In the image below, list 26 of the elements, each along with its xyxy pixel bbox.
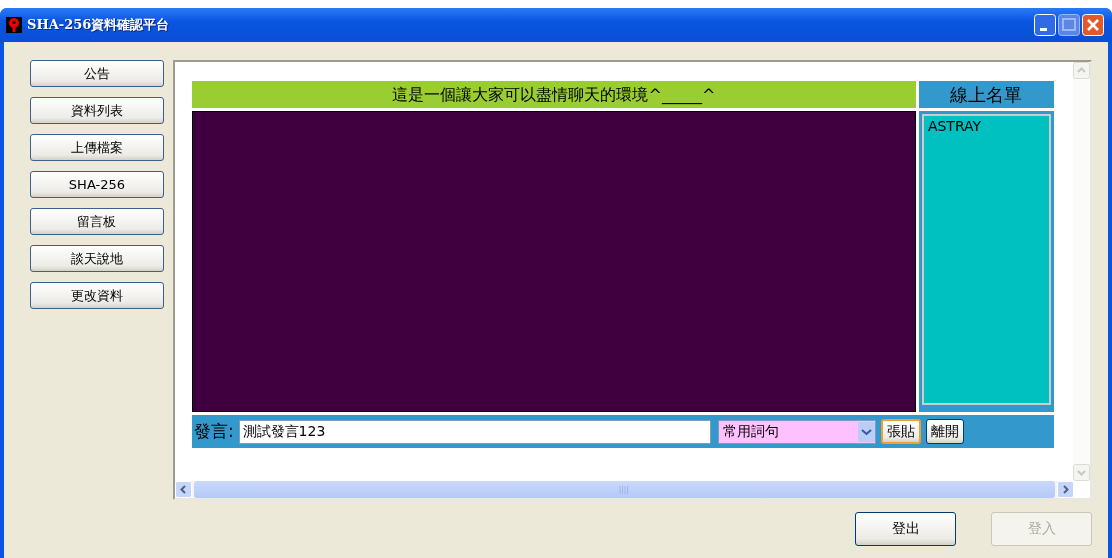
window-title: SHA-256資料確認平台 [27,16,170,34]
scroll-left-icon[interactable] [174,481,192,498]
maximize-icon[interactable] [1058,14,1080,36]
footer-button[interactable]: 登出 [855,512,956,546]
nav-button[interactable]: 上傳檔案 [30,134,164,161]
online-user[interactable]: ASTRAY [927,118,1045,134]
message-field[interactable]: 測試發言123 [238,419,711,444]
chat-banner: 這是一個讓大家可以盡情聊天的環境^_____^ [191,81,916,108]
scroll-right-icon[interactable] [1056,481,1074,498]
grip-icon [619,485,630,494]
scroll-up-icon[interactable] [1073,62,1090,79]
nav-button[interactable]: SHA-256 [30,171,164,198]
nav-button[interactable]: 公告 [30,60,164,87]
nav-button[interactable]: 資料列表 [30,97,164,124]
input-label: 發言: [193,420,234,443]
nav-button[interactable]: 更改資料 [30,282,164,309]
chat-button[interactable]: 離開 [925,419,964,444]
minimize-icon[interactable] [1034,14,1056,36]
vertical-scrollbar[interactable] [1073,62,1090,481]
nav-button[interactable]: 留言板 [30,208,164,235]
phrase-dropdown[interactable]: 常用詞句 [717,419,876,444]
key-icon [6,17,22,33]
close-icon[interactable] [1082,14,1104,36]
chat-button[interactable]: 張貼 [880,419,921,444]
online-list-title: 線上名單 [918,81,1054,111]
nav-button[interactable]: 談天說地 [30,245,164,272]
